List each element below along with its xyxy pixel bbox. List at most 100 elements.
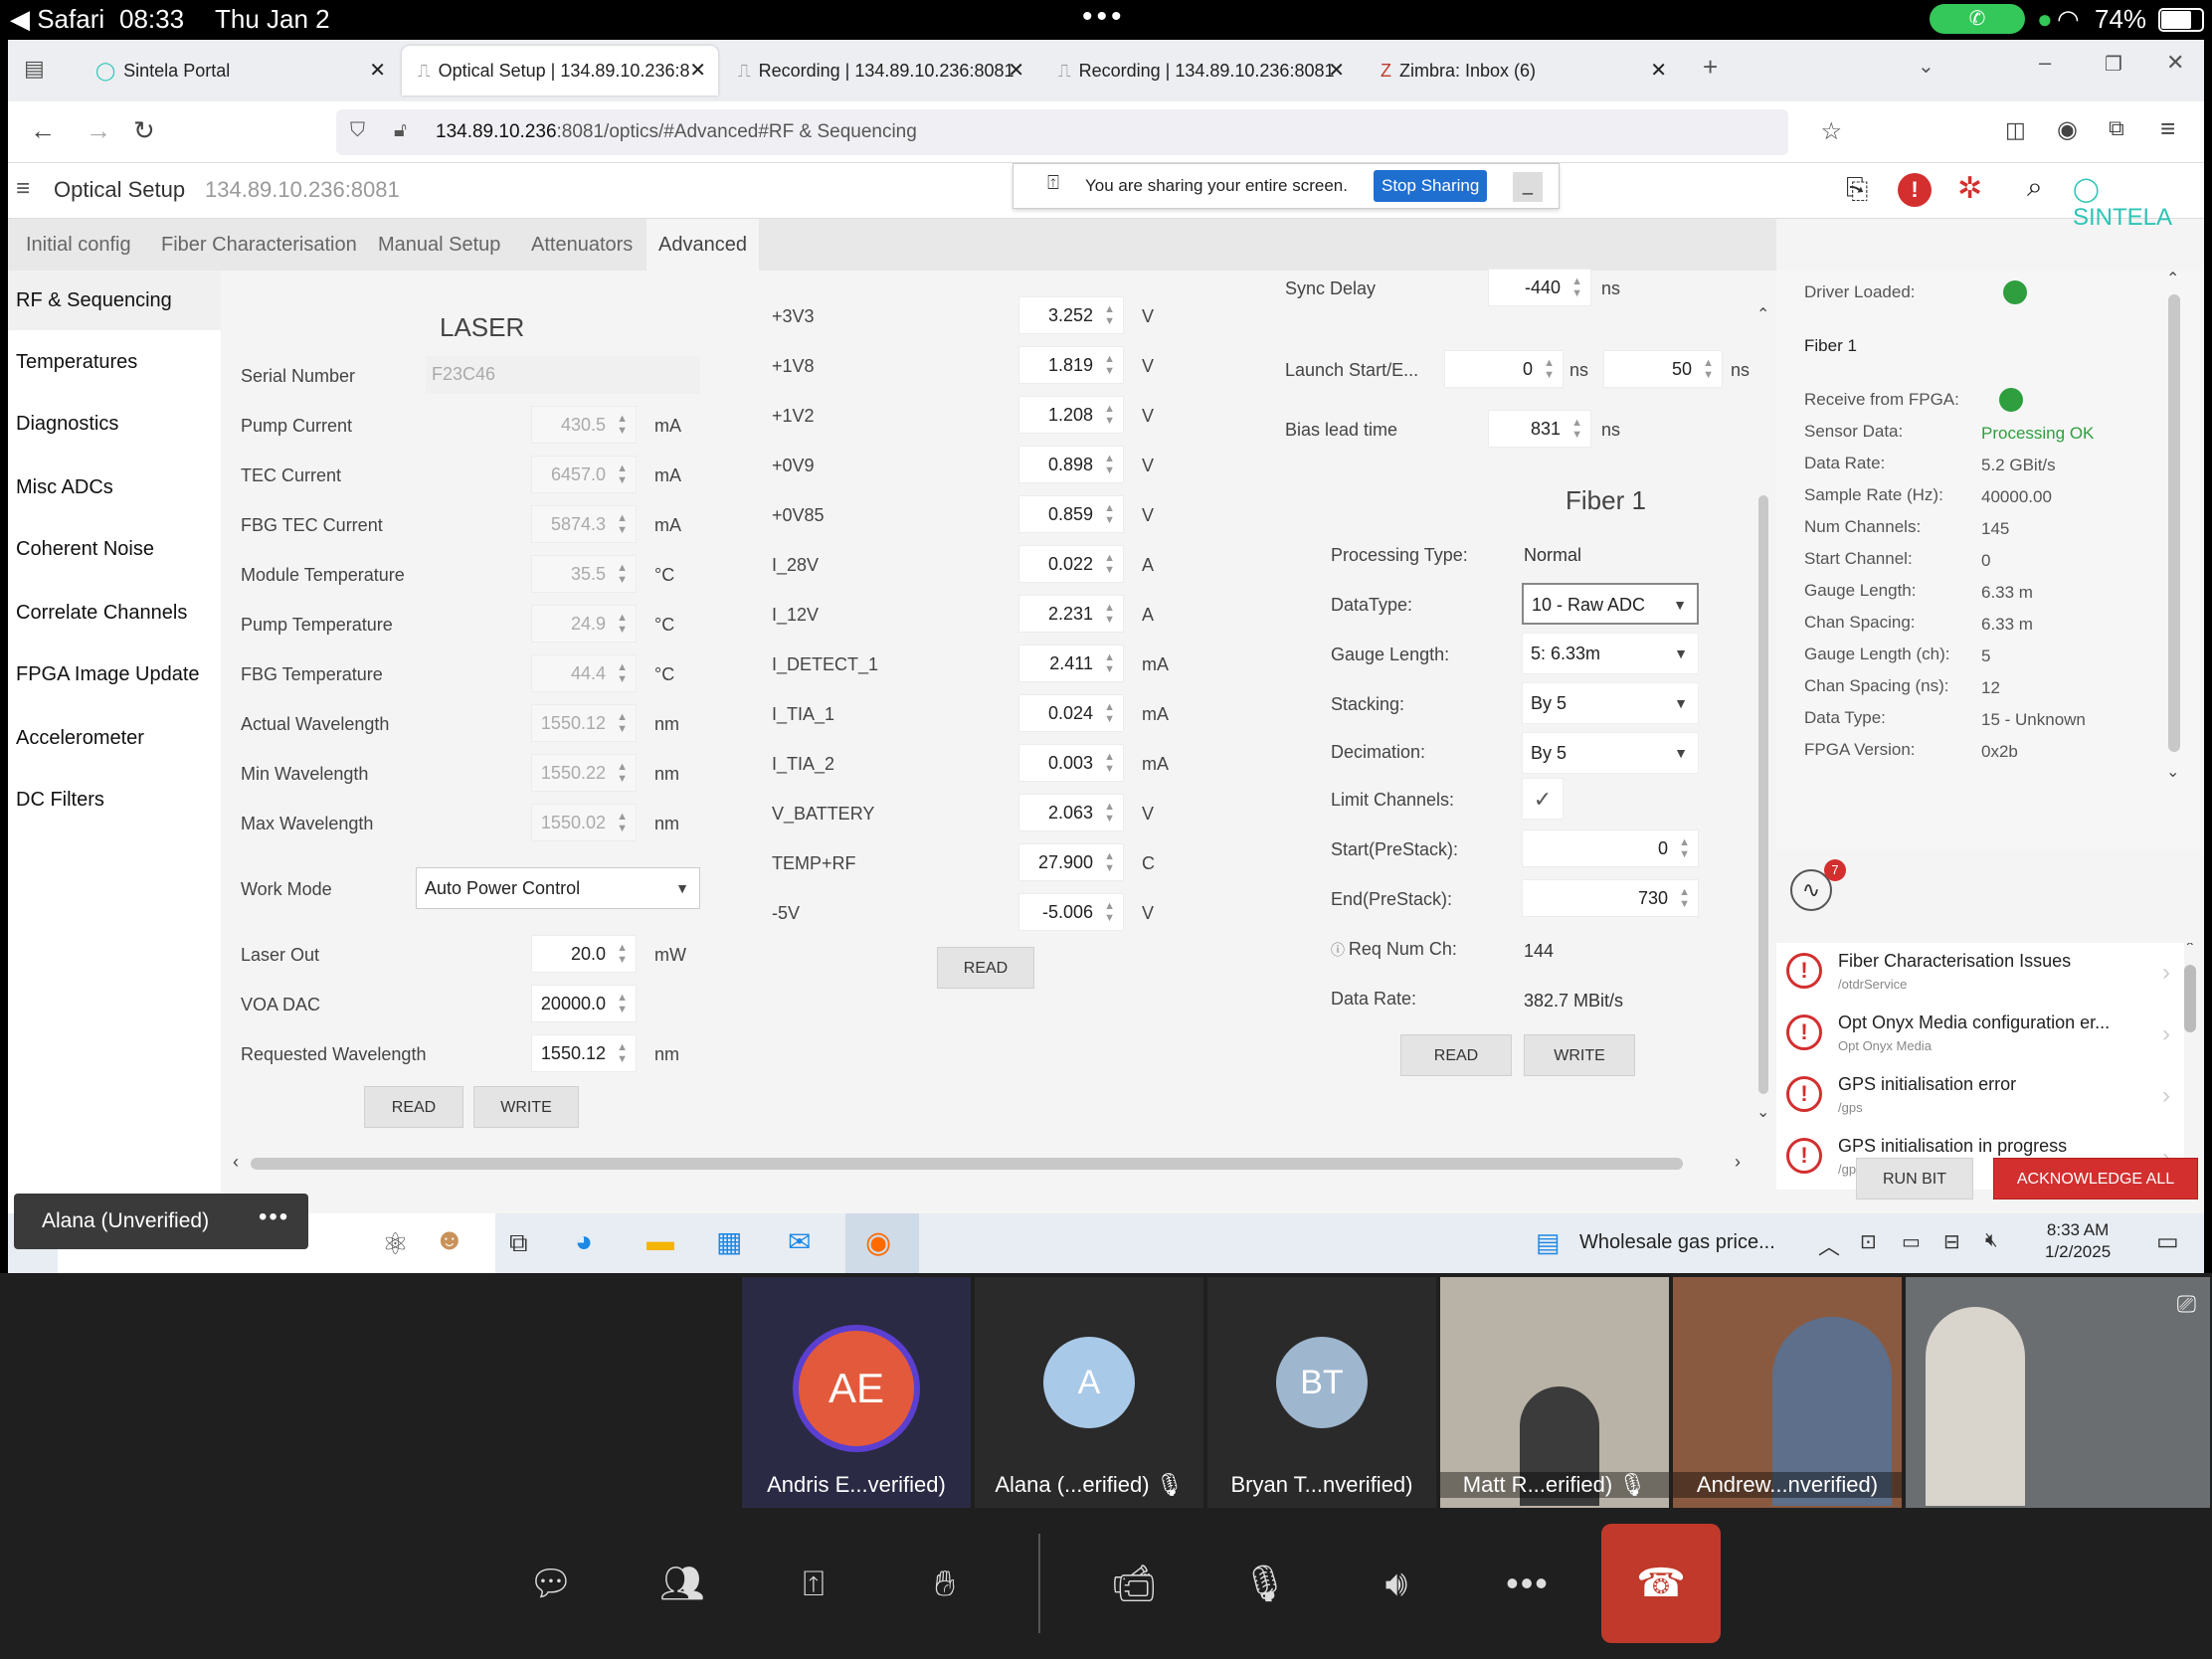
close-tab-icon[interactable]: ✕: [1328, 58, 1345, 83]
spinner-icon[interactable]: ▲ ▼: [1571, 417, 1582, 441]
close-window-icon[interactable]: ✕: [2166, 50, 2184, 76]
search-icon[interactable]: ⌕: [2027, 171, 2043, 204]
tab-zimbra[interactable]: Z Zimbra: Inbox (6) ✕: [1365, 46, 1679, 95]
spinner-icon[interactable]: ▲ ▼: [1571, 276, 1582, 299]
stop-sharing-button[interactable]: Stop Sharing: [1374, 170, 1488, 202]
tab-initial-config[interactable]: Initial config: [14, 219, 143, 271]
participants-icon[interactable]: 👥︎: [643, 1552, 722, 1615]
alert-icon[interactable]: !: [1898, 173, 1932, 207]
fiber-write-button[interactable]: WRITE: [1524, 1034, 1635, 1076]
back-to-app[interactable]: ◀ Safari: [10, 4, 104, 35]
assistant-avatar-icon[interactable]: ☻: [434, 1223, 465, 1257]
spinner-icon[interactable]: ▲ ▼: [617, 1041, 628, 1065]
sidebar-item-diagnostics[interactable]: Diagnostics: [8, 394, 221, 454]
clock[interactable]: 8:33 AM 1/2/2025: [2045, 1219, 2111, 1263]
chat-icon[interactable]: 💬︎: [511, 1552, 591, 1615]
work-mode-select[interactable]: Auto Power Control ▼: [416, 867, 700, 909]
vertical-scrollbar[interactable]: ⌃ ⌄: [1754, 306, 1772, 1126]
notifications-icon[interactable]: ▭: [2156, 1227, 2179, 1256]
laser-write-button[interactable]: WRITE: [473, 1086, 579, 1128]
scrollbar-thumb[interactable]: [2168, 294, 2180, 752]
speaker-popup[interactable]: Alana (Unverified) •••: [14, 1194, 308, 1249]
multitask-dots-icon[interactable]: •••: [1082, 0, 1126, 34]
participant-video-tile[interactable]: ⎚: [1906, 1277, 2210, 1508]
status-scrollbar[interactable]: ⌃ ⌄: [2164, 271, 2184, 788]
spinner-icon[interactable]: ▲ ▼: [617, 942, 628, 966]
scroll-down-icon[interactable]: ⌄: [2166, 762, 2179, 782]
tab-fiber-characterisation[interactable]: Fiber Characterisation: [149, 219, 369, 271]
camera-icon[interactable]: 📹︎: [1094, 1552, 1174, 1615]
hamburger-menu-icon[interactable]: ≡: [16, 175, 30, 203]
datatype-select[interactable]: 10 - Raw ADC ▼: [1522, 583, 1699, 625]
participant-video-tile[interactable]: Matt R...erified) 🎙︎: [1440, 1277, 1669, 1508]
camera-switch-icon[interactable]: ⎚: [2177, 1291, 2196, 1319]
issue-scrollbar[interactable]: ⌃ ⌄: [2180, 943, 2200, 1192]
fiber-read-button[interactable]: READ: [1400, 1034, 1512, 1076]
launch-end-field[interactable]: 50 ▲ ▼: [1603, 350, 1723, 388]
more-options-icon[interactable]: •••: [1488, 1552, 1567, 1615]
spinner-icon[interactable]: ▲ ▼: [1703, 357, 1714, 381]
bookmark-star-icon[interactable]: ☆: [1820, 117, 1842, 146]
tab-recording-2[interactable]: ⎍ Recording | 134.89.10.236:8081 ✕: [1042, 46, 1357, 95]
tab-attenuators[interactable]: Attenuators: [519, 219, 645, 271]
tab-overflow-chevron-icon[interactable]: ⌄: [1918, 54, 1935, 79]
spinner-icon[interactable]: ▲ ▼: [1679, 836, 1690, 860]
sidebar-item-accelerometer[interactable]: Accelerometer: [8, 708, 221, 768]
extensions-icon[interactable]: ⧉: [2109, 115, 2124, 141]
minimize-sharing-bar-icon[interactable]: _: [1513, 172, 1543, 202]
sidebar-item-dc-filters[interactable]: DC Filters: [8, 770, 221, 830]
sidebar-item-coherent-noise[interactable]: Coherent Noise: [8, 519, 221, 579]
restore-window-icon[interactable]: ❐: [2105, 52, 2122, 77]
participant-tile[interactable]: BT Bryan T...nverified): [1207, 1277, 1436, 1508]
atom-icon[interactable]: ⚛: [382, 1227, 409, 1262]
spinner-icon[interactable]: ▲ ▼: [617, 992, 628, 1015]
scroll-up-icon[interactable]: ⌃: [1756, 304, 1769, 324]
tab-recording-1[interactable]: ⎍ Recording | 134.89.10.236:8081 ✕: [722, 46, 1036, 95]
new-tab-icon[interactable]: +: [1703, 52, 1718, 83]
call-pill-icon[interactable]: ✆: [1930, 4, 2025, 34]
bias-lead-time-field[interactable]: 831 ▲ ▼: [1488, 410, 1591, 448]
store-icon[interactable]: ▦: [716, 1225, 742, 1258]
tray-expand-icon[interactable]: ︿: [1818, 1229, 1840, 1261]
tab-manual-setup[interactable]: Manual Setup: [366, 219, 512, 271]
tray-app-icon[interactable]: ⊡: [1860, 1229, 1877, 1254]
sidebar-item-rf-sequencing[interactable]: RF & Sequencing: [8, 271, 221, 330]
horizontal-scrollbar[interactable]: ‹ ›: [221, 1152, 1752, 1174]
voa-dac-field[interactable]: 20000.0 ▲ ▼: [531, 985, 637, 1022]
battery-tray-icon[interactable]: ▭: [1902, 1229, 1921, 1254]
sidebar-item-temperatures[interactable]: Temperatures: [8, 332, 221, 392]
close-tab-icon[interactable]: ✕: [689, 58, 706, 83]
microphone-icon[interactable]: 🎙︎: [1225, 1552, 1305, 1615]
limit-channels-checkbox[interactable]: ✓: [1522, 778, 1564, 820]
tab-optical-setup[interactable]: ⎍ Optical Setup | 134.89.10.236:8 ✕: [402, 46, 718, 95]
network-icon[interactable]: ✲: [1957, 171, 1982, 206]
sync-delay-field[interactable]: -440 ▲ ▼: [1488, 269, 1591, 306]
issue-item[interactable]: ! GPS initialisation error/gps ›: [1776, 1066, 2184, 1128]
spinner-icon[interactable]: ▲ ▼: [1679, 886, 1690, 910]
pocket-icon[interactable]: ◫: [2005, 117, 2026, 143]
close-tab-icon[interactable]: ✕: [1650, 58, 1667, 83]
news-widget-text[interactable]: Wholesale gas price...: [1579, 1231, 1775, 1254]
network-tray-icon[interactable]: ⊟: [1943, 1229, 1960, 1254]
participant-tile[interactable]: AE Andris E...verified): [742, 1277, 971, 1508]
news-widget-icon[interactable]: ▤: [1536, 1227, 1561, 1258]
share-screen-icon[interactable]: ⍐: [774, 1552, 853, 1615]
minimize-window-icon[interactable]: –: [2039, 50, 2051, 76]
account-icon[interactable]: ◉: [2057, 115, 2078, 144]
issue-item[interactable]: ! Fiber Characterisation Issues/otdrServi…: [1776, 943, 2184, 1005]
scrollbar-thumb[interactable]: [2184, 965, 2196, 1032]
download-icon[interactable]: ⎘: [1846, 173, 1868, 206]
sidebar-item-misc-adcs[interactable]: Misc ADCs: [8, 458, 221, 517]
edge-icon[interactable]: ◕: [575, 1225, 593, 1259]
back-icon[interactable]: ←: [30, 115, 56, 146]
scroll-down-icon[interactable]: ⌄: [1756, 1102, 1769, 1122]
scroll-up-icon[interactable]: ⌃: [2166, 269, 2179, 288]
launch-start-field[interactable]: 0 ▲ ▼: [1444, 350, 1564, 388]
menu-icon[interactable]: ≡: [2160, 113, 2175, 144]
tab-list-icon[interactable]: ▤: [24, 56, 45, 82]
laser-read-button[interactable]: READ: [364, 1086, 463, 1128]
forward-icon[interactable]: →: [86, 115, 111, 146]
adc-read-button[interactable]: READ: [937, 947, 1034, 989]
run-bit-button[interactable]: RUN BIT: [1856, 1158, 1973, 1199]
close-tab-icon[interactable]: ✕: [369, 58, 386, 83]
